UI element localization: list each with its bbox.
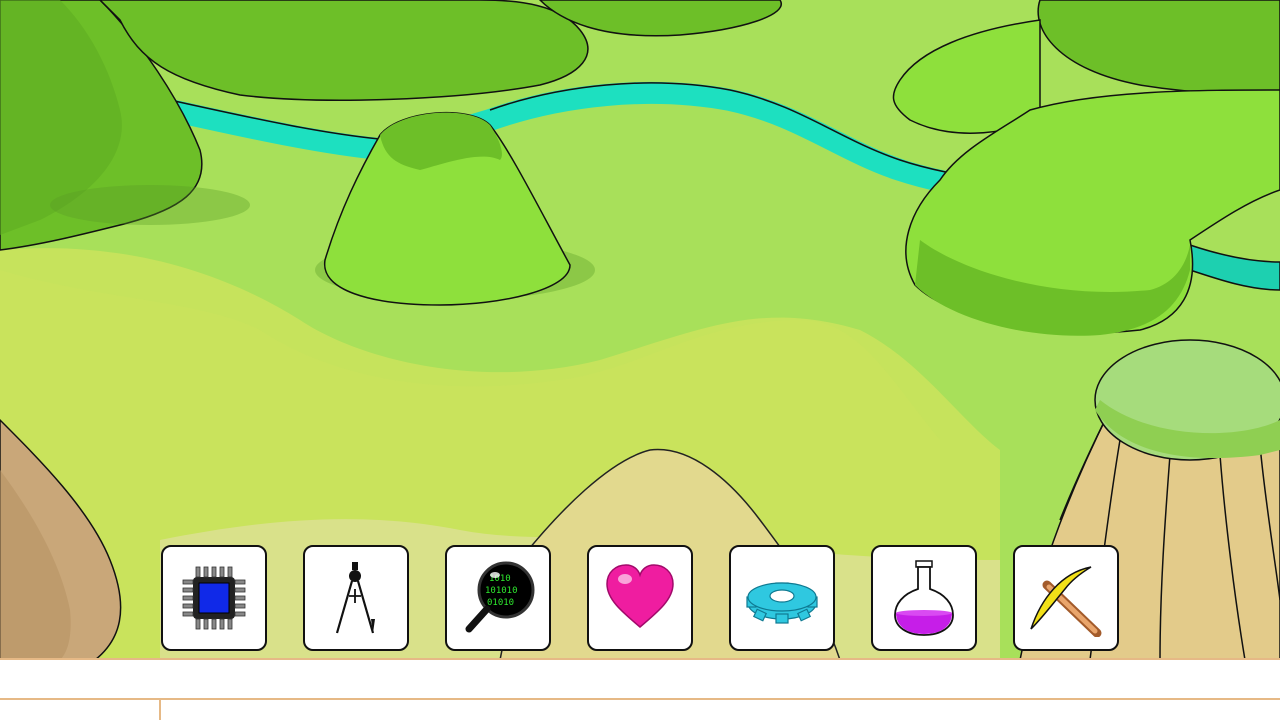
- svg-text:101010: 101010: [485, 586, 518, 596]
- microchip-icon: [182, 566, 246, 630]
- compass-drawing-icon: [335, 562, 375, 634]
- tool-hotbar: 1010 101010 01010: [161, 545, 1121, 653]
- binary-magnifier-icon: 1010 101010 01010: [465, 561, 535, 633]
- gear-icon: [746, 582, 818, 624]
- pickaxe-tool-button[interactable]: [1013, 545, 1119, 651]
- potion-flask-icon: [894, 560, 954, 636]
- bottom-panel: [0, 658, 1280, 720]
- compass-tool-button[interactable]: [303, 545, 409, 651]
- potion-tool-button[interactable]: [871, 545, 977, 651]
- bottom-divider-line: [0, 698, 1280, 700]
- pickaxe-icon: [1030, 566, 1102, 637]
- bottom-vertical-divider: [159, 698, 161, 720]
- microchip-tool-button[interactable]: [161, 545, 267, 651]
- svg-text:01010: 01010: [487, 598, 514, 608]
- gear-tool-button[interactable]: [729, 545, 835, 651]
- heart-tool-button[interactable]: [587, 545, 693, 651]
- heart-icon: [606, 564, 674, 628]
- binary-magnifier-tool-button[interactable]: 1010 101010 01010: [445, 545, 551, 651]
